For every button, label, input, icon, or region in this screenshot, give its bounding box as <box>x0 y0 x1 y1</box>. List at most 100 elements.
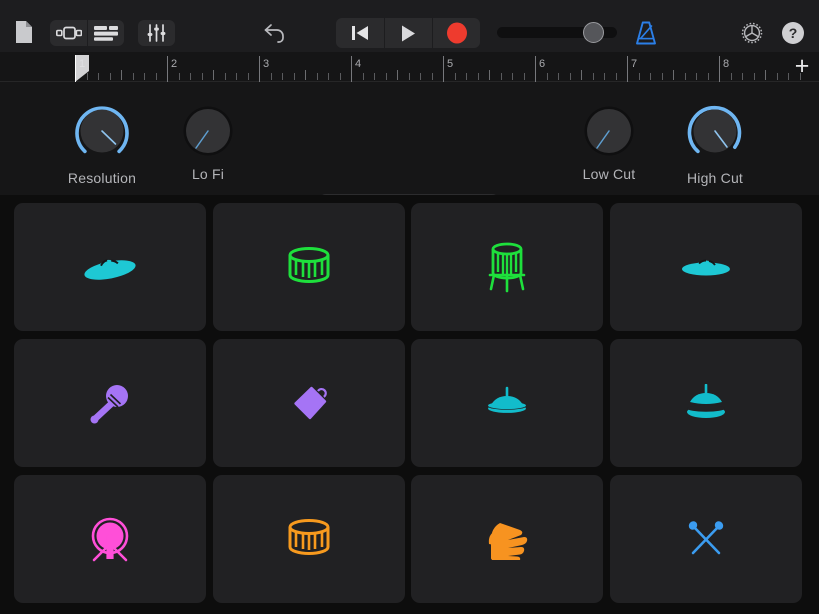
pad-hand-clap[interactable] <box>411 475 604 603</box>
ruler-tick <box>765 70 766 80</box>
ride-cymbal-icon <box>680 256 732 278</box>
ruler-tick <box>776 73 778 80</box>
ruler-tick <box>569 73 571 80</box>
crash-cymbal-icon <box>82 250 138 284</box>
closed-hihat-icon <box>485 386 529 420</box>
ruler-bars: 12345678 <box>0 52 801 82</box>
ruler-bar-marker: 2 <box>167 56 177 82</box>
ruler-bar-marker: 4 <box>351 56 361 82</box>
ruler-tick <box>581 70 582 80</box>
timeline-ruler[interactable]: 12345678 <box>0 52 819 85</box>
ruler-tick <box>374 73 375 80</box>
drum-machine-window: ? 12345678 + Resolution <box>0 0 819 614</box>
volume-slider-handle[interactable] <box>583 22 604 43</box>
knob-low-cut[interactable]: Low Cut <box>549 99 669 182</box>
ruler-tick <box>408 73 410 80</box>
mixer-faders-button[interactable] <box>138 20 175 46</box>
ruler-tick <box>305 70 306 80</box>
document-icon[interactable] <box>14 20 34 44</box>
ruler-tick <box>190 73 191 80</box>
metronome-button[interactable] <box>632 19 660 47</box>
add-section-button[interactable]: + <box>791 54 813 79</box>
ruler-tick <box>144 73 145 80</box>
ruler-tick <box>328 73 329 80</box>
cowbell-icon <box>288 382 330 424</box>
rewind-to-start-button[interactable] <box>336 18 384 48</box>
ruler-tick <box>638 73 640 80</box>
pad-floor-tom[interactable] <box>411 203 604 331</box>
ruler-tick <box>512 73 513 80</box>
pad-crash-cymbal[interactable] <box>14 203 206 331</box>
ruler-tick <box>155 73 157 80</box>
ruler-bar-marker: 8 <box>719 56 729 82</box>
ruler-tick <box>282 73 283 80</box>
ruler-tick <box>385 73 387 80</box>
knob-label-low-cut: Low Cut <box>582 166 636 182</box>
ruler-bar-number: 4 <box>355 58 362 70</box>
pad-kick-drum[interactable] <box>14 475 206 603</box>
pad-ride-cymbal[interactable] <box>609 203 802 331</box>
ruler-tick <box>684 73 686 80</box>
knob-resolution[interactable]: Resolution <box>42 99 162 186</box>
gear-icon[interactable] <box>739 20 765 46</box>
ruler-tick <box>788 73 789 80</box>
ruler-tick <box>707 73 709 80</box>
ruler-tick <box>489 70 490 80</box>
segment-tracks-view[interactable] <box>87 20 124 46</box>
ruler-tick <box>592 73 594 80</box>
controls-panel: Resolution Lo Fi Low Cut High Cut <box>0 82 819 227</box>
ruler-tick <box>247 73 249 80</box>
record-button[interactable] <box>432 18 480 48</box>
ruler-tick <box>236 73 237 80</box>
undo-button[interactable] <box>262 20 288 46</box>
open-hihat-icon <box>684 384 728 422</box>
ruler-bar-marker: 5 <box>443 56 453 82</box>
volume-slider[interactable] <box>497 22 617 43</box>
ruler-tick <box>615 73 617 80</box>
knob-label-high-cut: High Cut <box>686 170 744 186</box>
ruler-tick <box>293 73 295 80</box>
pad-drum-sticks[interactable] <box>609 475 802 603</box>
ruler-tick <box>213 70 214 80</box>
ruler-bar-marker: 6 <box>535 56 545 82</box>
playhead[interactable] <box>75 55 89 85</box>
segment-cells-view[interactable] <box>50 20 87 46</box>
ruler-bar-number: 5 <box>447 58 454 70</box>
ruler-tick <box>696 73 697 80</box>
kick-drum-icon <box>87 515 133 563</box>
pad-snare-drum-orange[interactable] <box>212 475 405 603</box>
hand-clap-icon <box>485 518 529 560</box>
pad-closed-hihat[interactable] <box>411 339 604 467</box>
ruler-tick <box>132 73 134 80</box>
ruler-bar-number: 2 <box>171 58 178 70</box>
ruler-tick <box>270 73 272 80</box>
knob-label-resolution: Resolution <box>67 170 137 186</box>
ruler-bar-number: 8 <box>723 58 730 70</box>
ruler-tick <box>558 73 559 80</box>
ruler-bar-marker: 7 <box>627 56 637 82</box>
ruler-tick <box>431 73 433 80</box>
ruler-tick <box>420 73 421 80</box>
view-segmented-control[interactable] <box>50 20 124 46</box>
toolbar: ? <box>0 0 819 52</box>
snare-drum-icon <box>286 518 332 560</box>
ruler-tick <box>500 73 502 80</box>
pad-cowbell[interactable] <box>212 339 405 467</box>
ruler-tick <box>178 73 180 80</box>
knob-high-cut[interactable]: High Cut <box>655 99 775 186</box>
knob-label-lo-fi: Lo Fi <box>191 166 225 182</box>
ruler-tick <box>546 73 548 80</box>
knob-lo-fi[interactable]: Lo Fi <box>148 99 268 182</box>
ruler-tick <box>466 73 467 80</box>
ruler-tick <box>604 73 605 80</box>
help-button[interactable]: ? <box>782 22 804 44</box>
ruler-bar-number: 3 <box>263 58 270 70</box>
ruler-tick <box>753 73 755 80</box>
pad-snare-drum-green[interactable] <box>212 203 405 331</box>
pad-maraca[interactable] <box>14 339 206 467</box>
ruler-tick <box>730 73 732 80</box>
ruler-tick <box>339 73 341 80</box>
ruler-tick <box>454 73 456 80</box>
play-button[interactable] <box>384 18 432 48</box>
pad-open-hihat[interactable] <box>609 339 802 467</box>
